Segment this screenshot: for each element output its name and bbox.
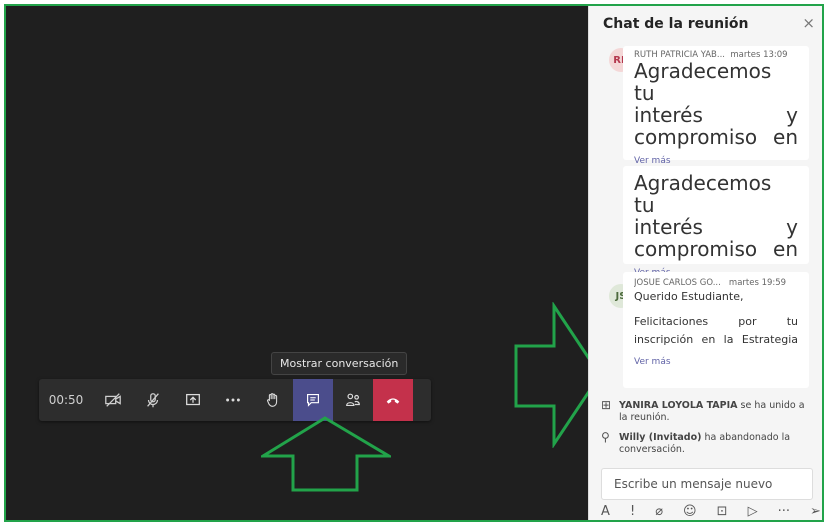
message-card[interactable]: JOSUE CARLOS GO... martes 19:59 Querido … (623, 272, 809, 388)
show-conversation-tooltip: Mostrar conversación (271, 352, 408, 375)
attach-icon[interactable]: ⌀ (655, 504, 663, 519)
message-card[interactable]: Agradecemos tu interés y compromiso en V… (623, 166, 809, 278)
system-user: YANIRA LOYOLA TAPIA (619, 400, 738, 411)
system-message: YANIRA LOYOLA TAPIA se ha unido a la reu… (619, 400, 809, 424)
mic-off-button[interactable] (133, 379, 173, 421)
message-line: interés y (634, 215, 798, 239)
see-more-link[interactable]: Ver más (634, 156, 798, 166)
call-timer: 00:50 (48, 393, 84, 407)
message-line: interés y (634, 103, 798, 127)
video-stage: Mostrar conversación 00:50 (6, 6, 602, 520)
message-line: Felicitaciones por tu (634, 315, 798, 328)
show-conversation-button[interactable] (293, 379, 333, 421)
call-toolbar: 00:50 (39, 379, 431, 421)
message-line: inscripción en la Estrategia (634, 333, 798, 346)
message-sender: JOSUE CARLOS GO... (634, 278, 721, 288)
meet-icon[interactable]: ▷ (748, 504, 758, 519)
more-options-button[interactable] (213, 379, 253, 421)
message-input[interactable]: Escribe un mensaje nuevo (601, 468, 813, 500)
compose-toolbar: A ! ⌀ ☺ ⊡ ▷ ··· ➢ (601, 504, 821, 519)
share-screen-button[interactable] (173, 379, 213, 421)
annotation-arrow-up (261, 416, 391, 492)
camera-off-icon (105, 393, 121, 407)
message-line: compromiso en (634, 125, 798, 149)
emoji-icon[interactable]: ☺ (683, 504, 697, 519)
message-meta: JOSUE CARLOS GO... martes 19:59 (634, 278, 798, 288)
send-icon[interactable]: ➢ (810, 504, 821, 519)
more-icon[interactable]: ··· (778, 504, 790, 519)
user-left-icon: ⚲ (601, 430, 610, 444)
important-icon[interactable]: ! (630, 504, 635, 519)
message-body: Felicitaciones por tu inscripción en la … (634, 313, 798, 349)
meeting-chat-panel: Chat de la reunión × RR RUTH PATRICIA YA… (588, 6, 822, 520)
participants-button[interactable] (333, 379, 373, 421)
message-line: Agradecemos tu (634, 59, 772, 105)
hang-up-button[interactable] (373, 379, 413, 421)
ellipsis-icon (226, 398, 240, 402)
close-icon[interactable]: × (802, 14, 815, 32)
message-greeting: Querido Estudiante, (634, 290, 744, 303)
hang-up-icon (386, 398, 400, 404)
raise-hand-icon (267, 393, 278, 407)
chat-title: Chat de la reunión (603, 16, 749, 32)
chat-icon (307, 394, 319, 407)
message-line: Agradecemos tu (634, 171, 772, 217)
screenshot-frame: Mostrar conversación 00:50 Chat de la re… (4, 4, 824, 522)
camera-off-button[interactable] (93, 379, 133, 421)
message-time: martes 19:59 (728, 278, 787, 288)
format-icon[interactable]: A (601, 504, 610, 519)
sticker-icon[interactable]: ⊡ (717, 504, 728, 519)
message-line: compromiso en (634, 237, 798, 261)
share-screen-icon (186, 393, 200, 406)
message-card[interactable]: RUTH PATRICIA YAB... martes 13:09 Agrade… (623, 46, 809, 166)
system-message: Willy (Invitado) ha abandonado la conver… (619, 432, 809, 456)
participants-icon (346, 393, 360, 406)
see-more-link[interactable]: Ver más (634, 357, 798, 367)
system-user: Willy (Invitado) (619, 432, 702, 443)
user-joined-icon: ⊞ (601, 398, 612, 412)
raise-hand-button[interactable] (253, 379, 293, 421)
mic-off-icon (147, 393, 159, 408)
